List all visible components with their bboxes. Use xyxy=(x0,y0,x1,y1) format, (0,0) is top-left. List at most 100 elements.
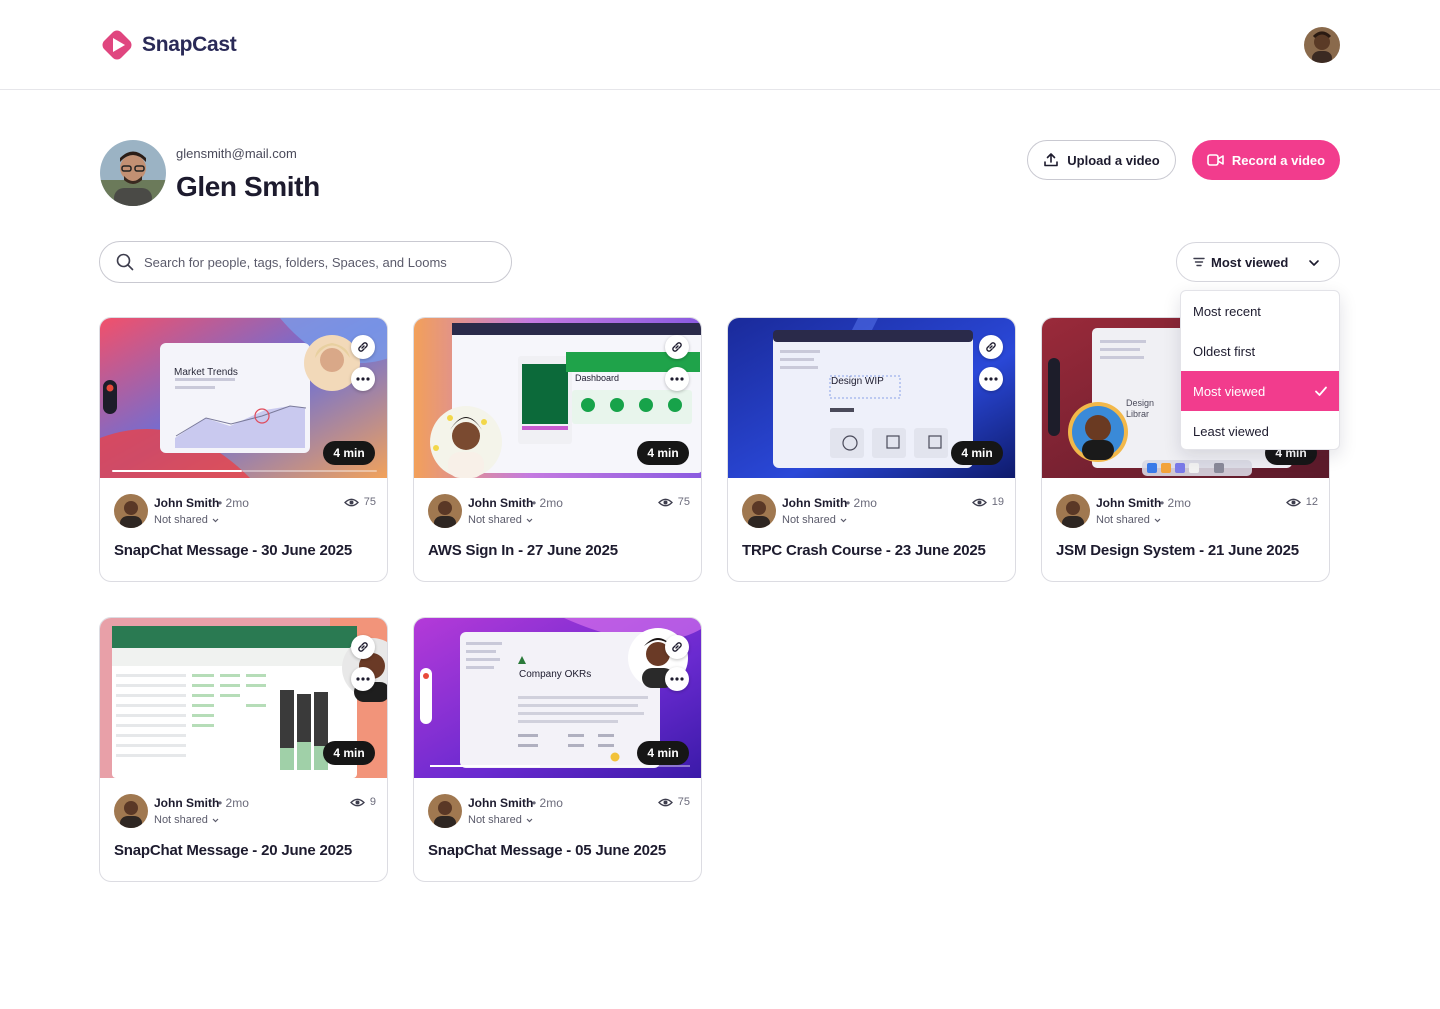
sort-dropdown[interactable]: Most viewed xyxy=(1176,242,1340,282)
sort-option-oldest-first[interactable]: Oldest first xyxy=(1181,331,1339,371)
top-bar: SnapCast xyxy=(0,0,1440,90)
video-card[interactable]: Company OKRs 4 min John Smith • 2mo Not … xyxy=(413,617,702,882)
record-video-label: Record a video xyxy=(1231,152,1326,168)
sort-option-label: Least viewed xyxy=(1193,423,1269,439)
more-horizontal-icon xyxy=(356,377,370,381)
author-avatar xyxy=(114,494,148,528)
profile-avatar xyxy=(100,140,166,206)
copy-link-button[interactable] xyxy=(665,635,689,659)
design-library-label: Design Librar xyxy=(1126,398,1155,419)
video-card[interactable]: 4 min John Smith • 2mo Not shared 9 Snap… xyxy=(99,617,388,882)
more-options-button[interactable] xyxy=(665,367,689,391)
video-title[interactable]: AWS Sign In - 27 June 2025 xyxy=(428,542,618,559)
video-thumbnail[interactable]: Market Trends 4 min xyxy=(100,318,387,478)
author-name[interactable]: John Smith xyxy=(782,496,847,510)
copy-link-button[interactable] xyxy=(665,335,689,359)
sort-menu: Most recent Oldest first Most viewed Lea… xyxy=(1180,290,1340,450)
author-name[interactable]: John Smith xyxy=(154,496,219,510)
more-options-button[interactable] xyxy=(979,367,1003,391)
upload-video-button[interactable]: Upload a video xyxy=(1027,140,1176,180)
author-avatar xyxy=(1056,494,1090,528)
duration-badge: 4 min xyxy=(637,741,689,765)
video-age: • 2mo xyxy=(532,796,563,810)
sort-option-label: Most viewed xyxy=(1193,383,1266,399)
sort-option-label: Most recent xyxy=(1193,303,1261,319)
record-video-button[interactable]: Record a video xyxy=(1192,140,1340,180)
video-card[interactable]: Market Trends 4 min John Smith • 2mo Not… xyxy=(99,317,388,582)
more-options-button[interactable] xyxy=(351,367,375,391)
design-wip-label: Design WIP xyxy=(831,376,884,387)
share-status-dropdown[interactable]: Not shared xyxy=(468,814,534,826)
video-meta: John Smith • 2mo Not shared 19 xyxy=(742,494,1004,530)
app-logo[interactable]: SnapCast xyxy=(100,28,237,62)
more-options-button[interactable] xyxy=(665,667,689,691)
author-name[interactable]: John Smith xyxy=(468,496,533,510)
copy-link-button[interactable] xyxy=(351,635,375,659)
video-camera-icon xyxy=(1207,154,1224,166)
share-status-dropdown[interactable]: Not shared xyxy=(468,514,534,526)
author-name[interactable]: John Smith xyxy=(468,796,533,810)
video-title[interactable]: JSM Design System - 21 June 2025 xyxy=(1056,542,1299,559)
link-icon xyxy=(986,342,996,352)
more-horizontal-icon xyxy=(670,377,684,381)
view-count-value: 75 xyxy=(677,796,690,808)
view-count-value: 75 xyxy=(363,496,376,508)
view-count: 75 xyxy=(343,496,376,508)
share-status-dropdown[interactable]: Not shared xyxy=(1096,514,1162,526)
eye-icon xyxy=(657,498,673,506)
link-icon xyxy=(358,642,368,652)
video-meta: John Smith • 2mo Not shared 9 xyxy=(114,794,376,830)
video-meta: John Smith • 2mo Not shared 75 xyxy=(428,494,690,530)
video-card[interactable]: Design WIP 4 min John Smith • 2mo Not sh… xyxy=(727,317,1016,582)
copy-link-button[interactable] xyxy=(979,335,1003,359)
view-count: 9 xyxy=(349,796,376,808)
view-count: 12 xyxy=(1285,496,1318,508)
share-status-dropdown[interactable]: Not shared xyxy=(154,814,220,826)
more-horizontal-icon xyxy=(670,677,684,681)
video-title[interactable]: SnapChat Message - 30 June 2025 xyxy=(114,542,352,559)
video-age: • 2mo xyxy=(532,496,563,510)
chevron-down-icon xyxy=(840,518,847,522)
video-thumbnail[interactable]: Dashboard 4 min xyxy=(414,318,701,478)
search-input[interactable]: Search for people, tags, folders, Spaces… xyxy=(144,255,447,270)
sort-option-least-viewed[interactable]: Least viewed xyxy=(1181,411,1339,449)
more-options-button[interactable] xyxy=(351,667,375,691)
share-status-label: Not shared xyxy=(154,814,208,826)
upload-video-label: Upload a video xyxy=(1067,152,1160,168)
copy-link-button[interactable] xyxy=(351,335,375,359)
eye-icon xyxy=(343,498,359,506)
sort-option-most-viewed[interactable]: Most viewed xyxy=(1181,371,1339,411)
share-status-dropdown[interactable]: Not shared xyxy=(154,514,220,526)
more-horizontal-icon xyxy=(984,377,998,381)
filter-lines-icon xyxy=(1193,257,1205,267)
video-title[interactable]: SnapChat Message - 05 June 2025 xyxy=(428,842,666,859)
view-count: 75 xyxy=(657,496,690,508)
video-age: • 2mo xyxy=(218,496,249,510)
video-meta: John Smith • 2mo Not shared 12 xyxy=(1056,494,1318,530)
author-name[interactable]: John Smith xyxy=(154,796,219,810)
chevron-down-icon xyxy=(212,518,219,522)
video-thumbnail[interactable]: Company OKRs 4 min xyxy=(414,618,701,778)
video-title[interactable]: SnapChat Message - 20 June 2025 xyxy=(114,842,352,859)
more-horizontal-icon xyxy=(356,677,370,681)
video-title[interactable]: TRPC Crash Course - 23 June 2025 xyxy=(742,542,986,559)
view-count-value: 9 xyxy=(369,796,376,808)
view-count: 19 xyxy=(971,496,1004,508)
video-thumbnail[interactable]: Design WIP 4 min xyxy=(728,318,1015,478)
author-avatar xyxy=(114,794,148,828)
video-card[interactable]: Dashboard 4 min John Smith • 2mo Not sha… xyxy=(413,317,702,582)
app-name: SnapCast xyxy=(142,33,237,56)
link-icon xyxy=(358,342,368,352)
search-bar[interactable]: Search for people, tags, folders, Spaces… xyxy=(99,241,512,283)
sort-option-most-recent[interactable]: Most recent xyxy=(1181,291,1339,331)
user-avatar[interactable] xyxy=(1304,27,1340,63)
eye-icon xyxy=(657,798,673,806)
share-status-dropdown[interactable]: Not shared xyxy=(782,514,848,526)
check-icon xyxy=(1315,386,1327,396)
author-name[interactable]: John Smith xyxy=(1096,496,1161,510)
video-thumbnail[interactable]: 4 min xyxy=(100,618,387,778)
chevron-down-icon xyxy=(1309,260,1319,266)
author-avatar xyxy=(428,794,462,828)
author-avatar xyxy=(428,494,462,528)
logo-icon xyxy=(102,30,132,60)
